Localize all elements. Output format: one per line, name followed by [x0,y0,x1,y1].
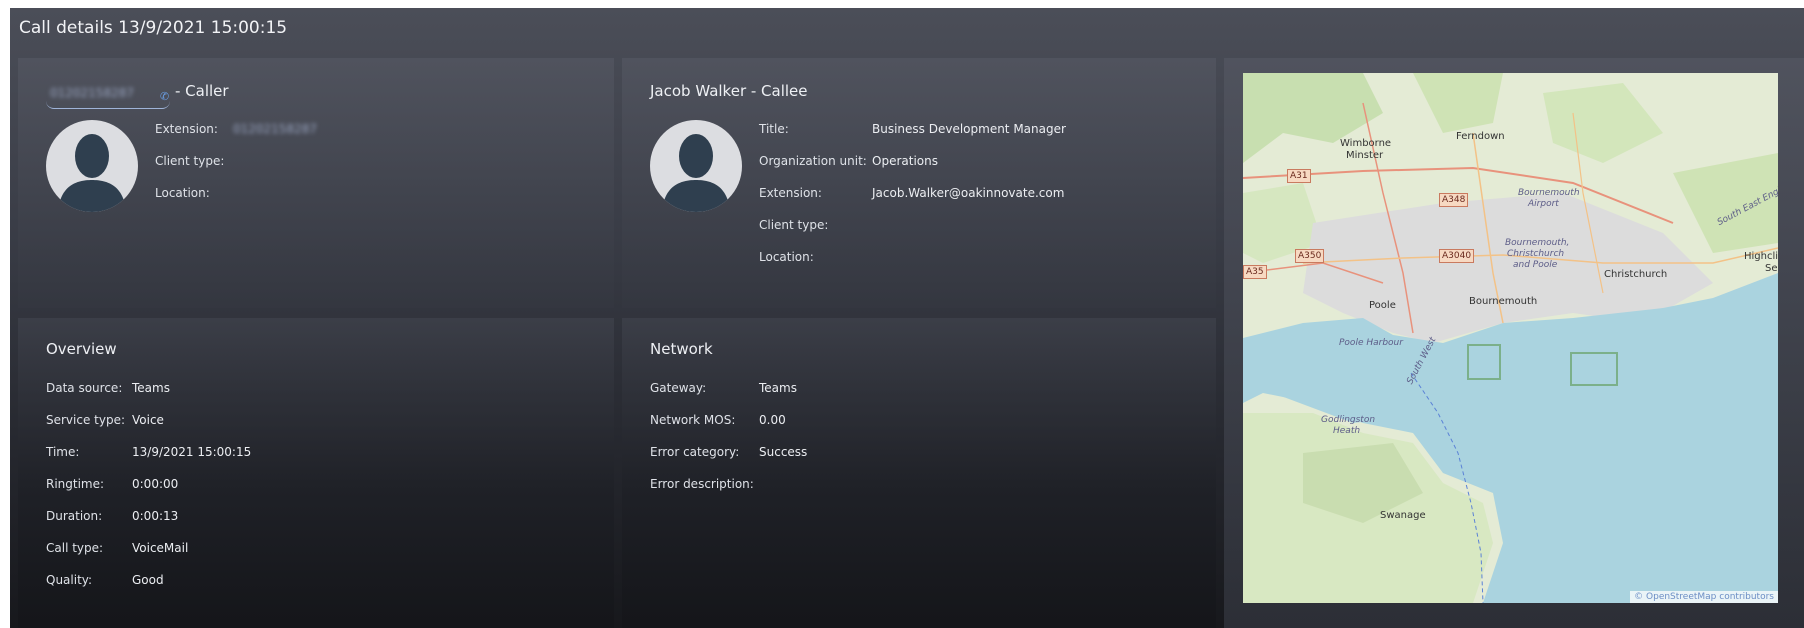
map-region-bcp-line1: Bournemouth, [1505,238,1570,248]
overview-heading: Overview [46,340,117,358]
caller-extension-label: Extension: [155,122,218,136]
phone-icon[interactable]: ✆ [160,90,169,103]
location-map[interactable]: Wimborne Minster Ferndown Bournemouth Ai… [1243,73,1778,603]
overview-data-source-label: Data source: [46,381,123,395]
map-road-a350: A350 [1295,249,1325,263]
map-place-poole-harbour: Poole Harbour [1339,338,1403,348]
caller-number-field[interactable]: 01202158287 [46,82,170,109]
callee-org-unit-row: Organization unit: Operations [759,154,938,168]
caller-client-type-label: Client type: [155,154,225,168]
map-place-minster: Minster [1346,150,1384,161]
callee-title-row: Title: Business Development Manager [759,122,1066,136]
callee-location-label: Location: [759,250,814,264]
network-mos-label: Network MOS: [650,413,736,427]
map-place-airport-name: Bournemouth [1518,188,1580,198]
network-gateway-row: Gateway: Teams [650,381,797,395]
caller-location-row: Location: [155,186,210,200]
callee-client-type-row: Client type: [759,218,872,232]
map-region-bcp-line3: and Poole [1513,260,1558,270]
callee-extension-value: Jacob.Walker@oakinnovate.com [872,186,1065,200]
network-mos-row: Network MOS: 0.00 [650,413,786,427]
overview-time-row: Time: 13/9/2021 15:00:15 [46,445,251,459]
map-tiles [1243,73,1778,603]
network-error-category-label: Error category: [650,445,740,459]
overview-duration-label: Duration: [46,509,103,523]
overview-duration-row: Duration: 0:00:13 [46,509,178,523]
map-place-airport: Airport [1528,199,1559,209]
map-place-highcliffe-suffix: Se [1765,263,1778,274]
map-road-a3040: A3040 [1439,249,1475,263]
caller-extension-value[interactable]: 01202158287 [233,122,317,136]
overview-card: Overview Data source: Teams Service type:… [18,318,614,628]
map-road-a35: A35 [1243,265,1267,279]
overview-time-value: 13/9/2021 15:00:15 [132,445,252,459]
caller-client-type-row: Client type: [155,154,224,168]
callee-avatar [650,120,742,212]
overview-quality-row: Quality: Good [46,573,164,587]
network-error-category-row: Error category: Success [650,445,807,459]
person-silhouette-icon [58,134,126,212]
map-place-wimborne: Wimborne [1340,138,1392,149]
network-error-description-row: Error description: [650,477,759,491]
caller-card: 01202158287 ✆ - Caller Extension: 0120215… [18,58,614,308]
network-gateway-label: Gateway: [650,381,707,395]
overview-quality-label: Quality: [46,573,93,587]
overview-time-label: Time: [46,445,80,459]
overview-data-source-value: Teams [132,381,170,395]
caller-extension-row: Extension: 01202158287 [155,122,317,136]
person-silhouette-icon [662,134,730,212]
page-title: Call details 13/9/2021 15:00:15 [19,18,288,38]
callee-title-value: Business Development Manager [872,122,1066,136]
map-place-heath: Heath [1333,426,1361,436]
map-place-highcliffe: Highclif [1744,251,1778,262]
callee-client-type-label: Client type: [759,218,829,232]
callee-org-unit-value: Operations [872,154,938,168]
network-error-category-value: Success [759,445,808,459]
callee-extension-label: Extension: [759,186,822,200]
overview-call-type-label: Call type: [46,541,104,555]
overview-ringtime-row: Ringtime: 0:00:00 [46,477,178,491]
network-mos-value: 0.00 [759,413,786,427]
overview-service-type-value: Voice [132,413,164,427]
overview-call-type-row: Call type: VoiceMail [46,541,188,555]
map-place-swanage: Swanage [1380,510,1426,521]
callee-title-label: Title: [759,122,789,136]
caller-number: 01202158287 [50,86,134,100]
caller-location-label: Location: [155,186,210,200]
overview-ringtime-label: Ringtime: [46,477,105,491]
caller-avatar [46,120,138,212]
overview-service-type-label: Service type: [46,413,126,427]
overview-quality-value: Good [132,573,164,587]
map-road-a348: A348 [1439,193,1469,207]
map-road-a31: A31 [1287,169,1311,183]
map-place-christchurch: Christchurch [1604,269,1668,280]
map-place-poole: Poole [1369,300,1396,311]
map-place-bournemouth: Bournemouth [1469,296,1538,307]
callee-card: Jacob Walker - Callee Title: Business Dev… [622,58,1216,308]
map-place-ferndown: Ferndown [1456,131,1505,142]
callee-org-unit-label: Organization unit: [759,154,867,168]
overview-ringtime-value: 0:00:00 [132,477,179,491]
network-card: Network Gateway: Teams Network MOS: 0.00 E… [622,318,1216,628]
callee-extension-row: Extension: Jacob.Walker@oakinnovate.com [759,186,1064,200]
map-place-godlingston: Godlingston [1321,415,1376,425]
overview-service-type-row: Service type: Voice [46,413,164,427]
map-attribution[interactable]: © OpenStreetMap contributors [1630,591,1778,603]
callee-location-row: Location: [759,250,872,264]
caller-heading: - Caller [175,82,229,100]
overview-duration-value: 0:00:13 [132,509,179,523]
network-error-description-label: Error description: [650,477,754,491]
map-region-bcp-line2: Christchurch [1507,249,1565,259]
overview-call-type-value: VoiceMail [132,541,189,555]
callee-heading: Jacob Walker - Callee [650,82,808,100]
network-gateway-value: Teams [759,381,797,395]
overview-data-source-row: Data source: Teams [46,381,170,395]
network-heading: Network [650,340,713,358]
